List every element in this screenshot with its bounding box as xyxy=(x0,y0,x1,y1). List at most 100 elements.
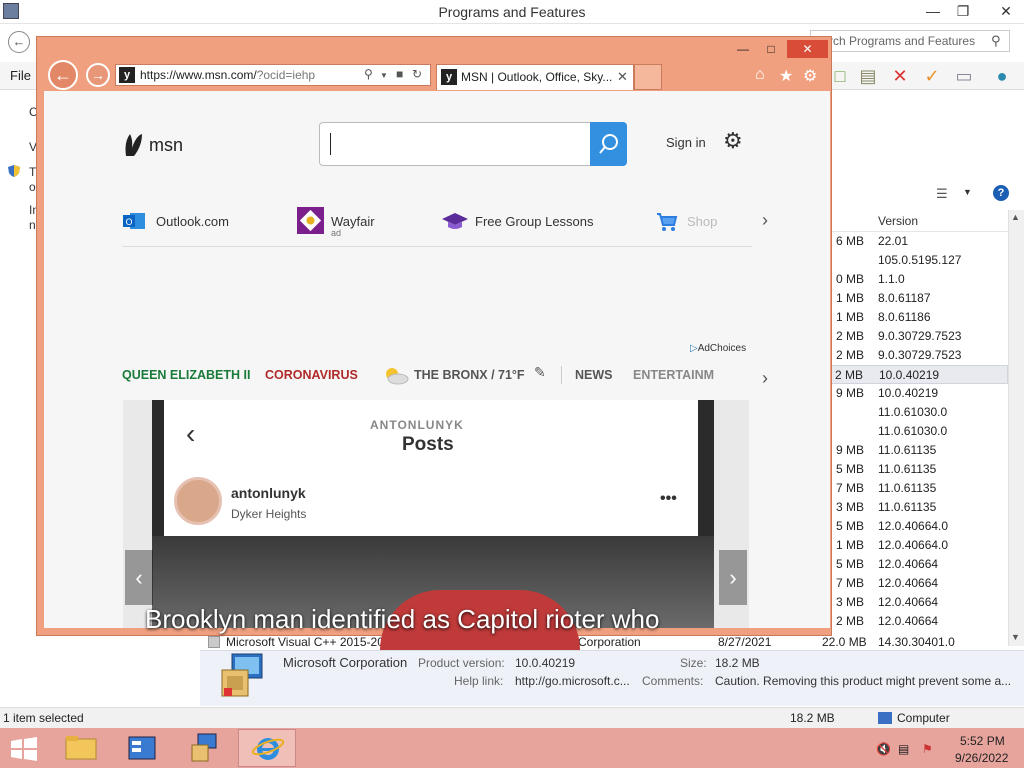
network-icon[interactable]: ▤ xyxy=(898,742,909,756)
nav-entertainment[interactable]: ENTERTAINM xyxy=(633,368,714,382)
table-row[interactable]: 2 MB 12.0.40664 xyxy=(830,612,1008,631)
quick-link-outlook[interactable]: Outlook.com xyxy=(156,214,229,229)
table-row[interactable]: 6 MB 22.01 xyxy=(830,232,1008,251)
msn-sign-in-link[interactable]: Sign in xyxy=(666,135,706,150)
table-row[interactable]: 1 MB 12.0.40664.0 xyxy=(830,536,1008,555)
msn-butterfly-icon[interactable] xyxy=(122,130,144,158)
taskbar-server-manager[interactable] xyxy=(114,729,172,767)
scroll-up-icon[interactable]: ▲ xyxy=(1011,212,1020,222)
adchoices-link[interactable]: ▷AdChoices xyxy=(690,343,746,354)
ie-forward-button[interactable]: → xyxy=(86,63,110,87)
carousel-prev-button[interactable]: ‹ xyxy=(125,550,153,605)
row-version: 11.0.61030.0 xyxy=(878,424,948,438)
graduation-cap-icon[interactable] xyxy=(441,210,468,232)
left-pane-text[interactable]: o xyxy=(29,180,36,194)
taskbar-file-explorer[interactable] xyxy=(52,729,110,767)
ie-close-button[interactable]: ✕ xyxy=(787,40,828,58)
table-row[interactable]: 5 MB 12.0.40664.0 xyxy=(830,517,1008,536)
table-row[interactable]: 11.0.61030.0 xyxy=(830,403,1008,422)
table-row-selected[interactable]: 2 MB 10.0.40219 xyxy=(830,365,1008,384)
pf-minimize-button[interactable]: — xyxy=(918,0,948,22)
pf-close-button[interactable]: ✕ xyxy=(988,0,1024,22)
msn-logo-text[interactable]: msn xyxy=(149,135,183,156)
chevron-right-icon[interactable]: › xyxy=(762,368,768,389)
left-pane-text[interactable]: n xyxy=(29,218,36,232)
table-row[interactable]: 2 MB 9.0.30729.7523 xyxy=(830,327,1008,346)
table-row[interactable]: 5 MB 11.0.61135 xyxy=(830,460,1008,479)
weather-partly-sunny-icon[interactable] xyxy=(380,364,410,386)
windows-start-icon[interactable] xyxy=(10,737,38,761)
outlook-icon[interactable]: O xyxy=(122,210,146,232)
msn-search-input[interactable] xyxy=(319,122,591,166)
quick-link-shop[interactable]: Shop xyxy=(687,214,717,229)
clipboard-icon[interactable]: ▤ xyxy=(856,64,880,88)
table-row[interactable]: Microsoft Visual C++ 2015-2022 Redistrib… xyxy=(200,634,1008,650)
speaker-muted-icon[interactable]: 🔇 xyxy=(876,742,891,756)
ie-tab-title[interactable]: MSN | Outlook, Office, Sky... xyxy=(461,70,612,84)
search-icon[interactable]: ⚲ xyxy=(991,33,1001,49)
check-icon[interactable]: ✓ xyxy=(920,64,944,88)
msn-search-button[interactable] xyxy=(590,122,627,166)
ie-minimize-button[interactable]: — xyxy=(730,40,756,58)
nav-coronavirus[interactable]: CORONAVIRUS xyxy=(265,368,358,382)
ie-url-text[interactable]: https://www.msn.com/?ocid=iehp xyxy=(140,68,315,82)
carousel-next-button[interactable]: › xyxy=(719,550,747,605)
taskbar-programs-and-features[interactable] xyxy=(176,729,234,767)
table-row[interactable]: 1 MB 8.0.61186 xyxy=(830,308,1008,327)
delete-icon[interactable]: ✕ xyxy=(888,64,912,88)
ie-back-button[interactable]: ← xyxy=(48,60,78,90)
menu-file[interactable]: File xyxy=(10,68,31,83)
lock-icon[interactable]: ■ xyxy=(396,67,403,81)
search-icon[interactable]: ⚲ xyxy=(364,67,373,81)
settings-gear-icon[interactable]: ⚙ xyxy=(803,66,817,86)
ie-new-tab-button[interactable] xyxy=(634,64,662,90)
msn-settings-gear-icon[interactable]: ⚙ xyxy=(723,128,743,154)
table-row[interactable]: 9 MB 11.0.61135 xyxy=(830,441,1008,460)
row-size: 3 MB xyxy=(835,500,864,514)
table-row[interactable]: 7 MB 11.0.61135 xyxy=(830,479,1008,498)
quick-link-group-lessons[interactable]: Free Group Lessons xyxy=(475,214,594,229)
properties-icon[interactable]: ▭ xyxy=(952,64,976,88)
refresh-icon[interactable]: ↻ xyxy=(412,67,422,81)
home-icon[interactable]: ⌂ xyxy=(755,66,765,84)
chevron-down-icon[interactable]: ▼ xyxy=(380,71,388,80)
action-center-icon[interactable]: ⚑ xyxy=(922,742,933,756)
favorites-star-icon[interactable]: ★ xyxy=(779,66,793,86)
help-icon[interactable]: ? xyxy=(993,185,1009,201)
pf-maximize-button[interactable]: ❐ xyxy=(948,0,978,22)
nav-queen-elizabeth[interactable]: QUEEN ELIZABETH II xyxy=(122,368,250,382)
table-row[interactable]: 7 MB 12.0.40664 xyxy=(830,574,1008,593)
pf-vertical-scrollbar[interactable] xyxy=(1008,210,1024,646)
column-header-version[interactable]: Version xyxy=(878,214,918,228)
nav-weather[interactable]: THE BRONX / 71°F xyxy=(414,368,525,382)
chevron-right-icon[interactable]: › xyxy=(762,210,768,231)
wayfair-icon[interactable] xyxy=(297,207,324,234)
shopping-cart-icon[interactable] xyxy=(655,210,679,232)
ie-maximize-button[interactable]: □ xyxy=(758,40,784,58)
table-row[interactable]: 5 MB 12.0.40664 xyxy=(830,555,1008,574)
table-row[interactable]: 105.0.5195.127 xyxy=(830,251,1008,270)
globe-icon[interactable]: ● xyxy=(990,64,1014,88)
table-row[interactable]: 11.0.61030.0 xyxy=(830,422,1008,441)
table-row[interactable]: 9 MB 10.0.40219 xyxy=(830,384,1008,403)
pf-search-input[interactable]: rch Programs and Features xyxy=(810,30,1010,52)
quick-link-wayfair[interactable]: Wayfair xyxy=(331,214,375,229)
view-options-icon[interactable]: ☰ xyxy=(936,186,948,202)
taskbar-time[interactable]: 5:52 PM xyxy=(960,734,1005,748)
table-row[interactable]: 0 MB 1.1.0 xyxy=(830,270,1008,289)
table-row[interactable]: 3 MB 11.0.61135 xyxy=(830,498,1008,517)
table-row[interactable]: 3 MB 12.0.40664 xyxy=(830,593,1008,612)
details-help-link[interactable]: http://go.microsoft.c... xyxy=(515,674,630,688)
table-row[interactable]: 1 MB 8.0.61187 xyxy=(830,289,1008,308)
taskbar-date[interactable]: 9/26/2022 xyxy=(955,751,1008,765)
chevron-down-icon[interactable]: ▼ xyxy=(963,187,972,197)
hero-headline[interactable]: Brooklyn man identified as Capitol riote… xyxy=(145,604,659,635)
edit-pencil-icon[interactable]: ✎ xyxy=(534,364,546,381)
taskbar-internet-explorer[interactable] xyxy=(238,729,296,767)
nav-news[interactable]: NEWS xyxy=(575,368,613,382)
tab-close-icon[interactable]: ✕ xyxy=(617,69,628,85)
pf-window-title: Programs and Features xyxy=(438,4,586,20)
pf-back-button[interactable]: ← xyxy=(8,31,30,53)
table-row[interactable]: 2 MB 9.0.30729.7523 xyxy=(830,346,1008,365)
scroll-down-icon[interactable]: ▼ xyxy=(1011,632,1020,642)
